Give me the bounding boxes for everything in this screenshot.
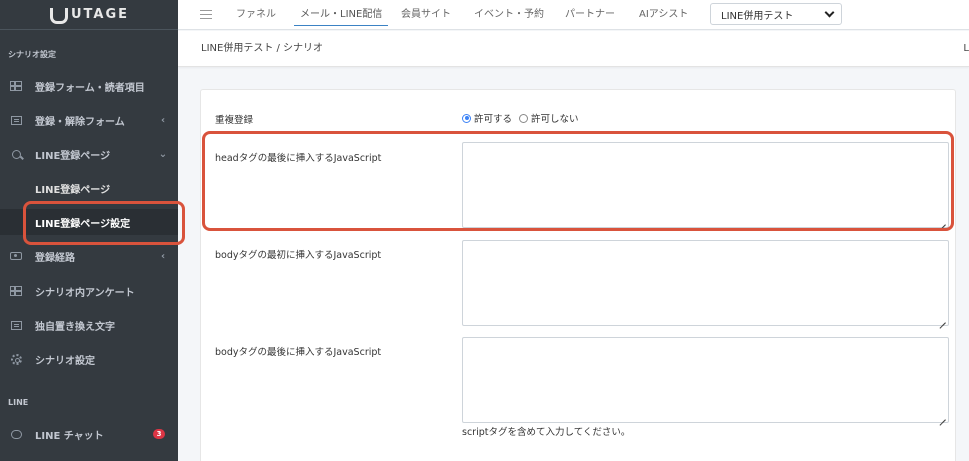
sidebar-subitem-line-registration-page-settings[interactable]: LINE登録ページ設定 <box>0 209 178 235</box>
sidebar: UTAGE シナリオ設定 登録フォーム・読者項目 登録・解除フォーム ‹ LIN… <box>0 0 178 461</box>
sidebar-item-label: シナリオ内アンケート <box>35 287 135 299</box>
sidebar-item-line-chat[interactable]: LINE チャット 3 <box>0 423 178 445</box>
script-tag-help-text: scriptタグを含めて入力してください。 <box>462 427 631 438</box>
sidebar-item-label: LINE チャット <box>35 430 104 442</box>
gear-icon <box>9 353 23 365</box>
chevron-left-icon: ‹ <box>160 250 166 262</box>
breadcrumb: LINE併用テスト / シナリオ <box>201 43 324 54</box>
head-end-js-textarea[interactable] <box>462 142 949 228</box>
tab-mail-line-delivery[interactable]: メール・LINE配信 <box>293 0 389 30</box>
tab-ai-assist[interactable]: AIアシスト <box>639 0 688 30</box>
sidebar-item-scenario-settings[interactable]: シナリオ設定 <box>0 348 178 370</box>
tab-funnel[interactable]: ファネル <box>236 0 276 30</box>
sidebar-item-registration-route[interactable]: 登録経路 ‹ <box>0 245 178 267</box>
sidebar-item-registration-form-fields[interactable]: 登録フォーム・読者項目 <box>0 75 178 97</box>
tab-member-site[interactable]: 会員サイト <box>401 0 451 30</box>
body-start-js-label: bodyタグの最初に挿入するJavaScript <box>215 250 382 261</box>
project-select[interactable]: LINE併用テスト <box>710 3 842 25</box>
head-end-js-label: headタグの最後に挿入するJavaScript <box>215 153 382 164</box>
sidebar-item-label: 独自置き換え文字 <box>35 321 115 333</box>
form-icon <box>9 114 23 126</box>
tab-events-reservations[interactable]: イベント・予約 <box>474 0 544 30</box>
sidebar-item-line-registration-page[interactable]: LINE登録ページ ⌄ <box>0 143 178 165</box>
hamburger-menu-icon[interactable] <box>200 10 212 19</box>
line-registration-page-settings-card: 重複登録 許可する 許可しない headタグの最後に挿入するJavaScript… <box>200 89 956 461</box>
sidebar-item-custom-replacement-text[interactable]: 独自置き換え文字 <box>0 314 178 336</box>
sidebar-item-subscribe-unsubscribe-form[interactable]: 登録・解除フォーム ‹ <box>0 109 178 131</box>
utage-logo-icon <box>49 7 68 24</box>
search-icon <box>9 148 23 160</box>
radio-allow[interactable] <box>462 113 471 123</box>
chat-icon <box>9 428 23 440</box>
sidebar-item-scenario-survey[interactable]: シナリオ内アンケート <box>0 280 178 302</box>
route-icon <box>9 250 23 262</box>
logo-text: UTAGE <box>70 7 130 22</box>
sidebar-section-line: LINE <box>8 398 29 407</box>
resize-handle-icon[interactable] <box>939 316 946 323</box>
tab-partner[interactable]: パートナー <box>565 0 615 30</box>
project-select-value: LINE併用テスト <box>721 10 794 22</box>
sidebar-item-label: 登録フォーム・読者項目 <box>35 82 145 94</box>
sidebar-section-scenario: シナリオ設定 <box>8 50 56 59</box>
resize-handle-icon[interactable] <box>939 218 946 225</box>
table-icon <box>9 285 23 297</box>
resize-handle-icon[interactable] <box>939 413 946 420</box>
radio-disallow[interactable] <box>519 113 529 123</box>
sidebar-item-label: シナリオ設定 <box>35 355 95 367</box>
body-end-js-label: bodyタグの最後に挿入するJavaScript <box>215 347 382 358</box>
sidebar-item-label: 登録・解除フォーム <box>35 116 125 128</box>
unread-badge: 3 <box>153 429 165 439</box>
duplicate-registration-options: 許可する 許可しない <box>462 111 579 125</box>
logo[interactable]: UTAGE <box>0 0 178 30</box>
chevron-down-icon: ⌄ <box>158 148 168 160</box>
radio-disallow-label: 許可しない <box>531 114 579 125</box>
breadcrumb-right-fragment: L <box>963 43 969 54</box>
breadcrumb-bar: LINE併用テスト / シナリオ L <box>178 31 969 67</box>
radio-allow-label: 許可する <box>474 114 513 125</box>
body-start-js-textarea[interactable] <box>462 240 949 326</box>
top-navbar: ファネル メール・LINE配信 会員サイト イベント・予約 パートナー AIアシ… <box>178 0 969 30</box>
duplicate-registration-label: 重複登録 <box>215 115 254 126</box>
sidebar-subitem-line-registration-page[interactable]: LINE登録ページ <box>0 175 178 201</box>
form-icon <box>9 319 23 331</box>
body-end-js-textarea[interactable] <box>462 337 949 423</box>
chevron-left-icon: ‹ <box>160 114 166 126</box>
chevron-down-icon <box>824 7 835 18</box>
table-icon <box>9 80 23 92</box>
sidebar-item-label: LINE登録ページ <box>35 150 111 162</box>
sidebar-item-label: 登録経路 <box>35 252 75 264</box>
